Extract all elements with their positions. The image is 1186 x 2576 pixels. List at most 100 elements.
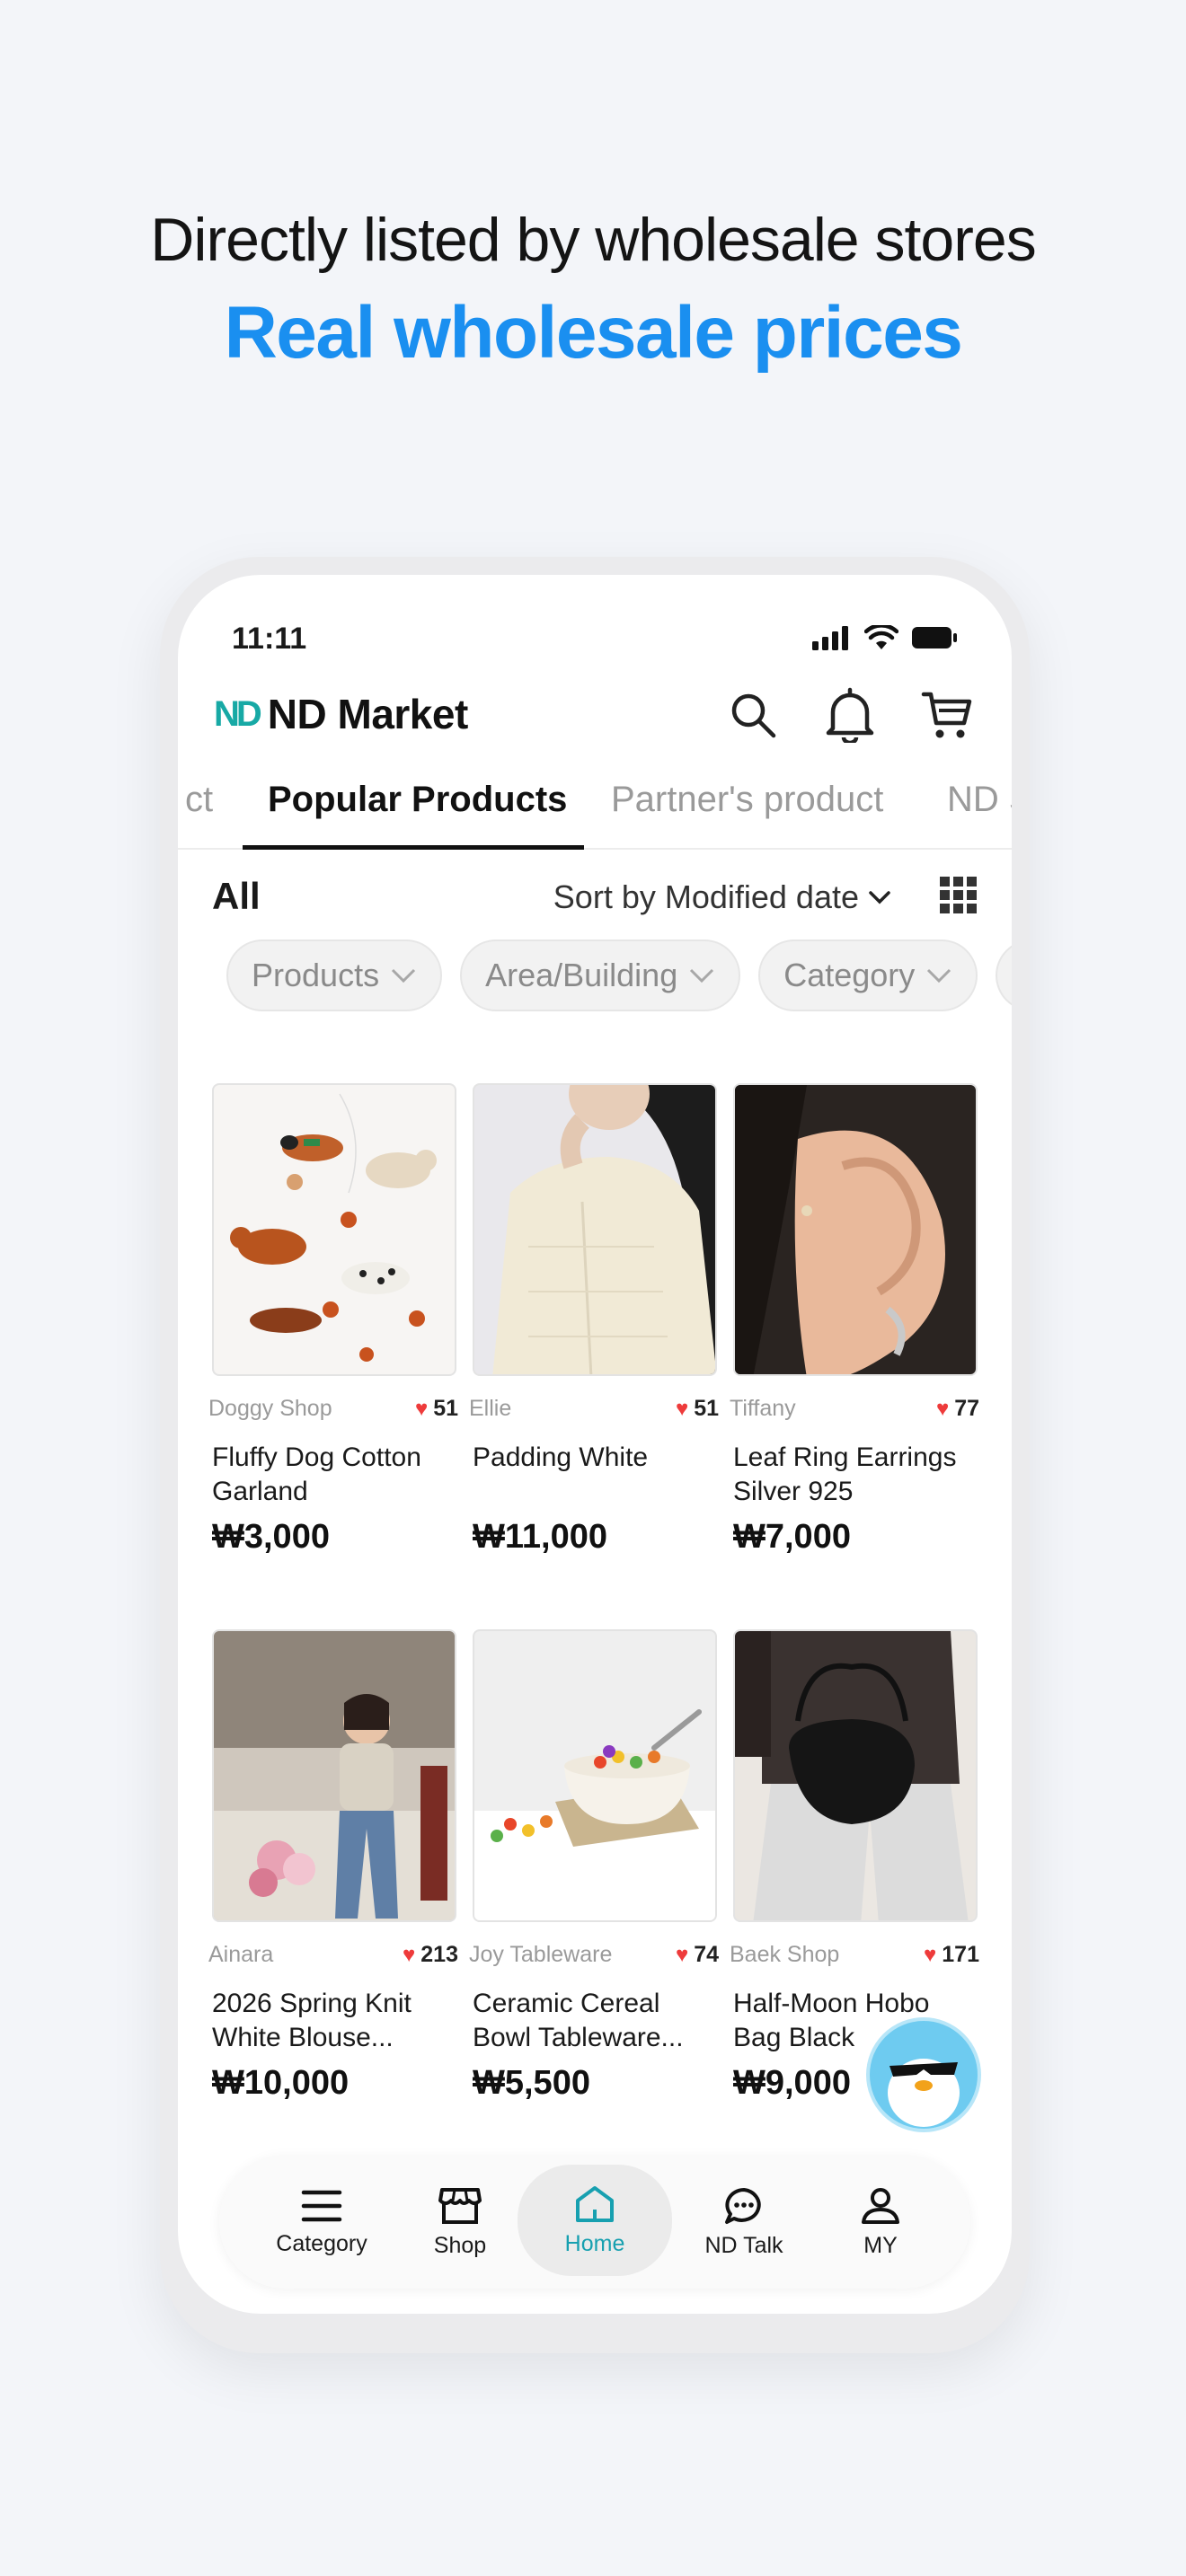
cart-icon	[921, 692, 972, 738]
nav-label: ND Talk	[704, 2232, 783, 2258]
product-price: ₩5,500	[473, 2064, 590, 2102]
status-bar: 11:11	[232, 622, 958, 666]
tab-partial-left[interactable]: ct	[185, 780, 213, 820]
menu-icon	[301, 2190, 342, 2221]
chip-label: Area/Building	[485, 957, 678, 993]
heart-icon: ♥	[403, 1942, 416, 1967]
notifications-button[interactable]	[821, 686, 879, 744]
like-count-value: 77	[954, 1396, 979, 1421]
tab-partial-right[interactable]: ND S	[947, 780, 1012, 820]
grid-view-button[interactable]	[940, 877, 978, 919]
promo-headline: Directly listed by wholesale stores Real…	[0, 205, 1186, 375]
heart-icon: ♥	[675, 1942, 689, 1967]
shop-name: Joy Tableware	[469, 1942, 613, 1967]
shop-name: Ainara	[208, 1942, 274, 1967]
product-card[interactable]: Ainara ♥ 213 2026 Spring Knit White Blous…	[208, 1629, 458, 2103]
person-icon	[862, 2187, 899, 2224]
heart-icon: ♥	[675, 1396, 689, 1421]
like-count-value: 51	[694, 1396, 719, 1421]
filter-chips: Products Area/Building Category	[226, 940, 1012, 1011]
chip-label: Category	[783, 957, 916, 993]
battery-icon	[912, 627, 957, 648]
product-image	[733, 1629, 978, 1922]
chevron-down-icon	[690, 968, 714, 984]
nav-shop[interactable]: Shop	[392, 2156, 528, 2289]
nav-my[interactable]: MY	[812, 2156, 949, 2289]
product-name: 2026 Spring Knit White Blouse...	[212, 1989, 412, 2052]
logo-mark: ND	[214, 693, 262, 734]
product-name: Leaf Ring Earrings Silver 925	[733, 1442, 957, 1506]
like-count[interactable]: ♥ 74	[676, 1942, 719, 1968]
shop-name: Doggy Shop	[208, 1396, 332, 1421]
search-icon	[731, 693, 776, 738]
sort-dropdown[interactable]: Sort by Modified date	[553, 878, 891, 916]
chat-icon	[725, 2187, 761, 2224]
bell-icon	[826, 687, 874, 743]
heart-icon: ♥	[924, 1942, 937, 1967]
cart-button[interactable]	[918, 686, 976, 744]
grid-icon	[940, 877, 977, 913]
filter-all-label: All	[212, 875, 261, 917]
nav-nd-talk[interactable]: ND Talk	[676, 2156, 812, 2289]
nav-home[interactable]: Home	[518, 2165, 672, 2276]
like-count-value: 171	[942, 1942, 979, 1967]
product-price: ₩10,000	[212, 2064, 350, 2102]
bottom-nav: Category Shop Home ND Talk MY	[219, 2156, 970, 2289]
product-name: Ceramic Cereal Bowl Tableware...	[473, 1989, 684, 2052]
tab-bar: ct Popular Products Partner's product ND…	[178, 774, 1012, 850]
nav-label: MY	[863, 2232, 898, 2258]
product-card[interactable]: Tiffany ♥ 77 Leaf Ring Earrings Silver 92…	[730, 1083, 979, 1557]
phone-screen: 11:11 ND ND Market ct Popular Products P…	[178, 575, 1012, 2314]
product-card[interactable]: Ellie ♥ 51 Padding White ₩11,000	[469, 1083, 719, 1557]
like-count-value: 213	[420, 1942, 458, 1967]
signal-icon	[812, 626, 848, 650]
penguin-mascot-icon	[888, 2059, 960, 2127]
mascot-chat-button[interactable]	[866, 2017, 981, 2132]
chip-category[interactable]: Category	[758, 940, 978, 1011]
product-name: Padding White	[473, 1442, 649, 1472]
like-count[interactable]: ♥ 51	[415, 1396, 458, 1422]
tab-popular-products[interactable]: Popular Products	[268, 780, 567, 820]
app-logo[interactable]: ND ND Market	[214, 690, 468, 738]
product-image	[733, 1083, 978, 1376]
chip-label: Products	[252, 957, 380, 993]
shop-name: Ellie	[469, 1396, 512, 1421]
promo-line-2: Real wholesale prices	[224, 292, 963, 374]
chip-area-building[interactable]: Area/Building	[460, 940, 741, 1011]
chip-products[interactable]: Products	[226, 940, 443, 1011]
product-image	[212, 1629, 456, 1922]
product-price: ₩3,000	[212, 1518, 330, 1556]
like-count-value: 74	[694, 1942, 719, 1967]
chevron-down-icon	[392, 968, 416, 984]
wifi-icon	[864, 625, 898, 649]
shop-name: Baek Shop	[730, 1942, 840, 1967]
product-image	[473, 1083, 717, 1376]
like-count[interactable]: ♥ 171	[924, 1942, 979, 1968]
promo-line-1: Directly listed by wholesale stores	[150, 206, 1036, 274]
app-bar: ND ND Market	[214, 681, 976, 753]
tab-partners-product[interactable]: Partner's product	[611, 780, 883, 820]
store-icon	[438, 2187, 482, 2224]
nav-label: Category	[276, 2230, 367, 2256]
product-name: Fluffy Dog Cotton Garland	[212, 1442, 421, 1506]
sort-label: Sort by Modified date	[553, 878, 859, 915]
like-count[interactable]: ♥ 77	[936, 1396, 979, 1422]
nav-category[interactable]: Category	[253, 2156, 390, 2289]
product-price: ₩7,000	[733, 1518, 851, 1556]
like-count[interactable]: ♥ 51	[676, 1396, 719, 1422]
nav-label: Home	[564, 2230, 625, 2256]
product-image	[212, 1083, 456, 1376]
status-time: 11:11	[232, 622, 307, 656]
product-card[interactable]: Doggy Shop ♥ 51 Fluffy Dog Cotton Garland…	[208, 1083, 458, 1557]
home-icon	[576, 2185, 614, 2222]
product-price: ₩11,000	[473, 1518, 607, 1556]
chip-partial[interactable]	[996, 940, 1012, 1011]
product-card[interactable]: Joy Tableware ♥ 74 Ceramic Cereal Bowl Ta…	[469, 1629, 719, 2103]
like-count[interactable]: ♥ 213	[403, 1942, 458, 1968]
chevron-down-icon	[927, 968, 951, 984]
search-button[interactable]	[724, 686, 782, 744]
shop-name: Tiffany	[730, 1396, 796, 1421]
chevron-down-icon	[869, 891, 890, 904]
heart-icon: ♥	[935, 1396, 950, 1421]
heart-icon: ♥	[414, 1396, 429, 1421]
